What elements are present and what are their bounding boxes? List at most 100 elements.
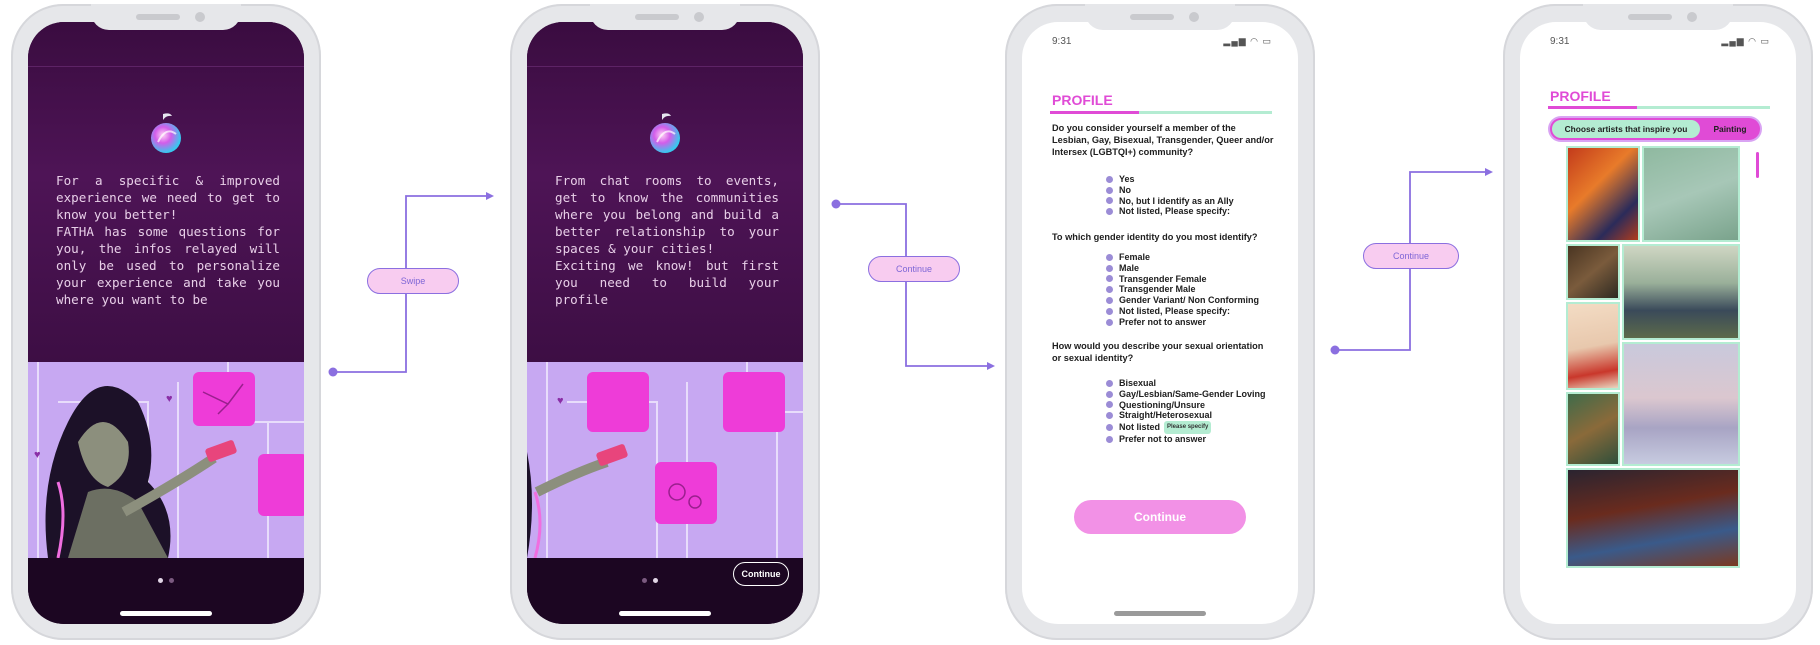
onboarding-text: For a specific & improved experience we … <box>56 173 280 307</box>
option-gay-lesbian[interactable]: Gay/Lesbian/Same-Gender Loving <box>1106 389 1266 400</box>
onboarding-screen-1: For a specific & improved experience we … <box>28 22 304 624</box>
radio-icon <box>1106 186 1113 194</box>
option-label: Straight/Heterosexual <box>1119 410 1213 421</box>
connector-start-dot <box>1330 345 1340 355</box>
option-not-listed[interactable]: Not listed, Please specify: <box>1106 306 1259 317</box>
status-icons: ▂▄▆ ◠ ▭ <box>1223 36 1272 46</box>
arrow-head-icon <box>987 362 995 370</box>
segment-artists[interactable]: Choose artists that inspire you <box>1552 120 1700 138</box>
status-time: 9:31 <box>1052 36 1072 47</box>
home-indicator <box>619 611 711 616</box>
artwork-tile[interactable] <box>1622 342 1740 466</box>
option-male[interactable]: Male <box>1106 263 1259 274</box>
artwork-tile[interactable] <box>1566 146 1640 242</box>
question-gender: To which gender identity do you most ide… <box>1052 232 1258 242</box>
status-icons: ▂▄▆ ◠ ▭ <box>1721 36 1770 46</box>
radio-icon <box>1106 197 1113 205</box>
option-ally[interactable]: No, but I identify as an Ally <box>1106 196 1234 207</box>
page-title: PROFILE <box>1052 92 1113 108</box>
option-label: Yes <box>1119 174 1135 184</box>
page-indicator <box>28 570 304 588</box>
svg-text:♥: ♥ <box>166 393 173 405</box>
artwork-tile[interactable] <box>1566 468 1740 568</box>
option-label: Bisexual <box>1119 378 1157 388</box>
continue-button[interactable]: Continue <box>733 562 789 586</box>
continue-button[interactable]: Continue <box>1074 500 1246 534</box>
artwork-gallery <box>1566 146 1742 624</box>
option-bisexual[interactable]: Bisexual <box>1106 378 1266 389</box>
home-indicator <box>120 611 212 616</box>
radio-icon <box>1106 286 1113 294</box>
artwork-tile[interactable] <box>1566 302 1620 390</box>
radio-icon <box>1106 401 1113 409</box>
connector-continue-1 <box>836 203 988 367</box>
option-label: Not listed, Please specify: <box>1119 206 1231 217</box>
flow-label-continue-2: Continue <box>1363 243 1459 269</box>
option-not-listed[interactable]: Not listed Please specify <box>1106 421 1266 434</box>
artwork-tile[interactable] <box>1622 244 1740 340</box>
option-straight[interactable]: Straight/Heterosexual <box>1106 410 1266 421</box>
scrollbar[interactable] <box>1756 152 1759 178</box>
option-label: Female <box>1119 252 1151 262</box>
artwork-tile[interactable] <box>1642 146 1740 242</box>
title-underline <box>1050 111 1272 114</box>
arrow-head-icon <box>486 192 494 200</box>
option-gender-variant[interactable]: Gender Variant/ Non Conforming <box>1106 295 1259 306</box>
option-label: No <box>1119 184 1131 195</box>
option-label: Male <box>1119 262 1140 273</box>
radio-icon <box>1106 253 1113 261</box>
options-orientation: Bisexual Gay/Lesbian/Same-Gender Loving … <box>1106 378 1266 445</box>
option-prefer-not[interactable]: Prefer not to answer <box>1106 434 1266 445</box>
radio-icon <box>1106 208 1113 216</box>
community-illustration: ♥ <box>527 362 803 558</box>
phone-profile-artists: 9:31 ▂▄▆ ◠ ▭ PROFILE Choose artists that… <box>1503 4 1813 640</box>
page-title: PROFILE <box>1550 88 1611 104</box>
option-no[interactable]: No <box>1106 185 1234 196</box>
options-lgbtqi: Yes No No, but I identify as an Ally Not… <box>1106 174 1234 217</box>
radio-icon <box>1106 175 1113 183</box>
phone-onboarding-2: From chat rooms to events, get to know t… <box>510 4 820 640</box>
option-label: Questioning/Unsure <box>1119 399 1206 410</box>
radio-icon <box>1106 297 1113 305</box>
option-label: Prefer not to answer <box>1119 433 1207 444</box>
option-trans-female[interactable]: Transgender Female <box>1106 274 1259 285</box>
radio-icon <box>1106 435 1113 443</box>
divider <box>527 66 803 67</box>
divider <box>28 66 304 67</box>
option-not-listed[interactable]: Not listed, Please specify: <box>1106 206 1234 217</box>
option-trans-male[interactable]: Transgender Male <box>1106 284 1259 295</box>
radio-icon <box>1106 307 1113 315</box>
option-label: Transgender Female <box>1119 273 1207 284</box>
fatha-logo-icon <box>151 113 181 153</box>
artwork-tile[interactable] <box>1566 244 1620 300</box>
woman-with-phone-illustration: ♥ ♥ <box>28 362 304 558</box>
option-female[interactable]: Female <box>1106 252 1259 263</box>
profile-artists-screen: 9:31 ▂▄▆ ◠ ▭ PROFILE Choose artists that… <box>1520 22 1796 624</box>
flow-label-swipe: Swipe <box>367 268 459 294</box>
fatha-logo-icon <box>650 113 680 153</box>
flow-label-continue-1: Continue <box>868 256 960 282</box>
segment-painting[interactable]: Painting <box>1702 120 1758 138</box>
phone-notch <box>590 4 740 30</box>
radio-icon <box>1106 424 1113 432</box>
radio-icon <box>1106 379 1113 387</box>
page-dot-active <box>158 578 163 583</box>
option-prefer-not[interactable]: Prefer not to answer <box>1106 317 1259 328</box>
option-label: No, but I identify as an Ally <box>1119 195 1234 206</box>
option-yes[interactable]: Yes <box>1106 174 1234 185</box>
radio-icon <box>1106 275 1113 283</box>
page-dot <box>642 578 647 583</box>
arrow-head-icon <box>1485 168 1493 176</box>
radio-icon <box>1106 264 1113 272</box>
status-time: 9:31 <box>1550 36 1570 47</box>
connector-start-dot <box>328 367 338 377</box>
option-questioning[interactable]: Questioning/Unsure <box>1106 400 1266 411</box>
specify-field[interactable]: Please specify <box>1164 421 1212 434</box>
option-label: Not listed, Please specify: <box>1119 305 1231 316</box>
onboarding-text: From chat rooms to events, get to know t… <box>555 173 779 307</box>
radio-icon <box>1106 390 1113 398</box>
artwork-tile[interactable] <box>1566 392 1620 466</box>
svg-text:♥: ♥ <box>557 395 564 407</box>
phone-notch <box>91 4 241 30</box>
question-lgbtqi: Do you consider yourself a member of the… <box>1052 123 1274 157</box>
